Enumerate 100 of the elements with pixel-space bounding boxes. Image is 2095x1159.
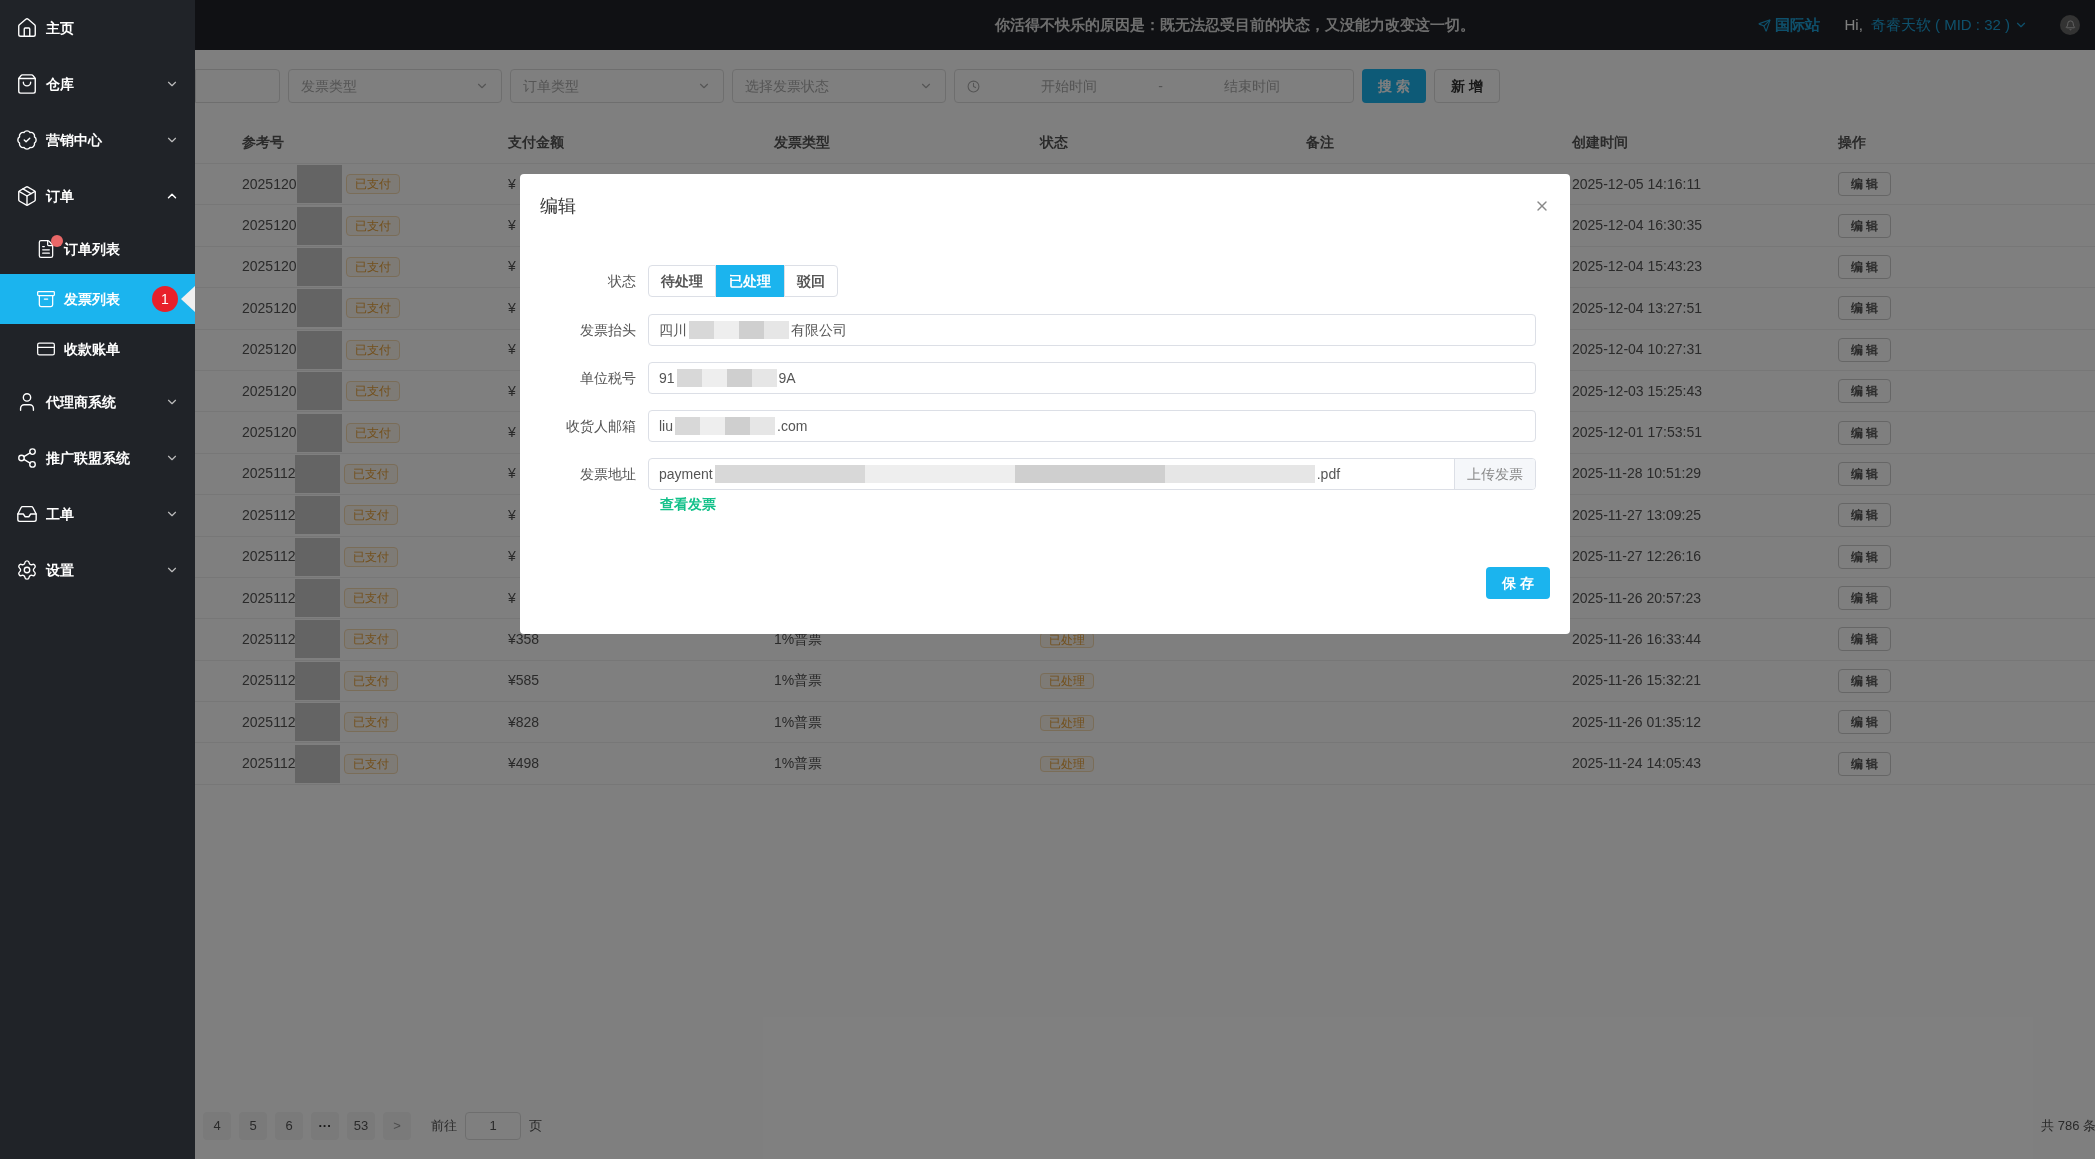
column-header: 状态 xyxy=(1040,133,1069,152)
table-cell-text: 2025-11-24 14:05:43 xyxy=(1572,754,1702,774)
table-cell-text: 2025120 xyxy=(242,340,297,360)
edit-button[interactable]: 编 辑 xyxy=(1838,420,1892,445)
table-cell: 1%普票 xyxy=(774,713,823,730)
table-cell-text: 2025120 xyxy=(242,298,297,318)
page-unit: 页 xyxy=(529,1117,542,1136)
menu-item[interactable]: 营销中心 xyxy=(0,112,195,168)
edit-button[interactable]: 编 辑 xyxy=(1838,627,1892,652)
table-cell: ¥ xyxy=(508,465,516,482)
table-cell-text: 2025112 xyxy=(242,671,296,691)
user-menu[interactable]: 奇睿天软 ( MID : 32 ) xyxy=(1870,13,2010,37)
menu-item[interactable]: 主页 xyxy=(0,0,195,56)
site-link[interactable]: 国际站 xyxy=(1775,13,1821,37)
motto-text: 你活得不快乐的原因是：既无法忍受目前的状态，又没能力改变这一切。 xyxy=(995,14,1476,35)
status-tag: 已处理 xyxy=(1040,673,1094,690)
table-cell-text: 2025-11-26 01:35:12 xyxy=(1572,712,1702,732)
total-count: 共 786 条 xyxy=(2041,1117,2095,1136)
menu-item[interactable]: 设置 xyxy=(0,542,195,598)
menu-label: 订单 xyxy=(46,186,75,206)
table-cell-text: 2025-12-04 13:27:51 xyxy=(1572,298,1703,318)
view-invoice-link[interactable]: 查看发票 xyxy=(660,494,716,515)
edit-button[interactable]: 编 辑 xyxy=(1838,254,1892,279)
submenu-item[interactable]: 订单列表 xyxy=(0,224,195,274)
column-header: 支付金额 xyxy=(508,133,565,152)
table-cell: ¥ xyxy=(508,424,516,441)
status-tag: 已处理 xyxy=(1040,714,1094,731)
table-cell-text: 2025112 xyxy=(242,588,296,608)
status-tag: 已支付 xyxy=(345,339,400,360)
column-header: 备注 xyxy=(1306,133,1335,152)
table-cell: ¥ xyxy=(508,548,516,565)
status-option[interactable]: 驳回 xyxy=(784,265,838,297)
table-cell-text: 2025120 xyxy=(242,174,297,194)
dialog-title: 编辑 xyxy=(540,194,577,218)
text-field[interactable]: liu .com xyxy=(648,410,1536,442)
menu-label: 营销中心 xyxy=(46,130,103,150)
table-cell-text: 2025112 xyxy=(242,505,296,525)
menu-label: 主页 xyxy=(46,18,75,38)
menu-item[interactable]: 仓库 xyxy=(0,56,195,112)
edit-button[interactable]: 编 辑 xyxy=(1838,710,1892,735)
table-cell-text: 2025120 xyxy=(242,216,297,236)
edit-button[interactable]: 编 辑 xyxy=(1838,213,1892,238)
status-tag: 已支付 xyxy=(345,256,400,277)
edit-button[interactable]: 编 辑 xyxy=(1838,668,1892,693)
next-page-button[interactable]: > xyxy=(383,1112,411,1140)
edit-button[interactable]: 编 辑 xyxy=(1838,172,1892,197)
table-cell-text: 2025-12-03 15:25:43 xyxy=(1572,381,1703,401)
status-tag: 已支付 xyxy=(344,753,399,774)
status-tag: 已支付 xyxy=(344,588,399,609)
more-pages-button[interactable]: ··· xyxy=(311,1112,339,1140)
search-button[interactable]: 搜 索 xyxy=(1362,69,1426,103)
edit-button[interactable]: 编 辑 xyxy=(1838,296,1892,321)
greeting-text: Hi, xyxy=(1844,14,1863,35)
upload-button[interactable]: 上传发票 xyxy=(1454,459,1535,489)
field-label: 发票地址 xyxy=(579,464,637,484)
status-tag: 已支付 xyxy=(345,215,400,236)
table-cell-text: 2025120 xyxy=(242,423,297,443)
page-button[interactable]: 6 xyxy=(275,1112,303,1140)
table-cell: ¥ xyxy=(508,589,516,606)
text-field[interactable]: payment .pdf 上传发票 xyxy=(648,458,1536,490)
field-label: 状态 xyxy=(607,271,637,291)
column-header: 发票类型 xyxy=(774,133,831,152)
page-input[interactable]: 1 xyxy=(465,1112,521,1140)
status-option[interactable]: 待处理 xyxy=(648,265,716,297)
table-cell: ¥ xyxy=(508,341,516,358)
table-cell: ¥498 xyxy=(508,755,540,772)
save-button[interactable]: 保 存 xyxy=(1486,567,1550,599)
edit-button[interactable]: 编 辑 xyxy=(1838,751,1892,776)
menu-item[interactable]: 代理商系统 xyxy=(0,374,195,430)
edit-button[interactable]: 编 辑 xyxy=(1838,586,1892,611)
menu-label: 推广联盟系统 xyxy=(46,448,131,468)
menu-label: 代理商系统 xyxy=(46,392,117,412)
text-field[interactable]: 四川 有限公司 xyxy=(648,314,1536,346)
edit-button[interactable]: 编 辑 xyxy=(1838,503,1892,528)
table-cell-text: 2025-12-05 14:16:11 xyxy=(1572,174,1702,194)
page-button[interactable]: 4 xyxy=(203,1112,231,1140)
text-field[interactable]: 91 9A xyxy=(648,362,1536,394)
table-cell-text: 2025120 xyxy=(242,381,297,401)
table-cell-text: 2025-11-26 16:33:44 xyxy=(1572,630,1702,649)
edit-button[interactable]: 编 辑 xyxy=(1838,461,1892,486)
table-cell-text: 2025-11-26 20:57:23 xyxy=(1572,588,1702,608)
column-header: 操作 xyxy=(1838,133,1867,152)
status-tag: 已支付 xyxy=(344,670,399,691)
edit-button[interactable]: 编 辑 xyxy=(1838,337,1892,362)
menu-item[interactable]: 工单 xyxy=(0,486,195,542)
submenu-item[interactable]: 收款账单 xyxy=(0,324,195,374)
table-cell: ¥ xyxy=(508,217,516,234)
page-button[interactable]: 5 xyxy=(239,1112,267,1140)
page-button[interactable]: 53 xyxy=(347,1112,375,1140)
status-option[interactable]: 已处理 xyxy=(716,265,784,297)
table-cell-text: 2025112 xyxy=(242,712,296,732)
edit-button[interactable]: 编 辑 xyxy=(1838,379,1892,404)
edit-button[interactable]: 编 辑 xyxy=(1838,544,1892,569)
menu-item[interactable]: 订单 xyxy=(0,168,195,224)
submenu-item[interactable]: 发票列表 1 xyxy=(0,274,195,324)
table-cell-text: 2025-11-26 15:32:21 xyxy=(1572,671,1702,691)
table-cell: ¥ xyxy=(508,299,516,316)
add-button[interactable]: 新 增 xyxy=(1433,69,1500,103)
column-header: 创建时间 xyxy=(1572,133,1629,152)
menu-item[interactable]: 推广联盟系统 xyxy=(0,430,195,486)
